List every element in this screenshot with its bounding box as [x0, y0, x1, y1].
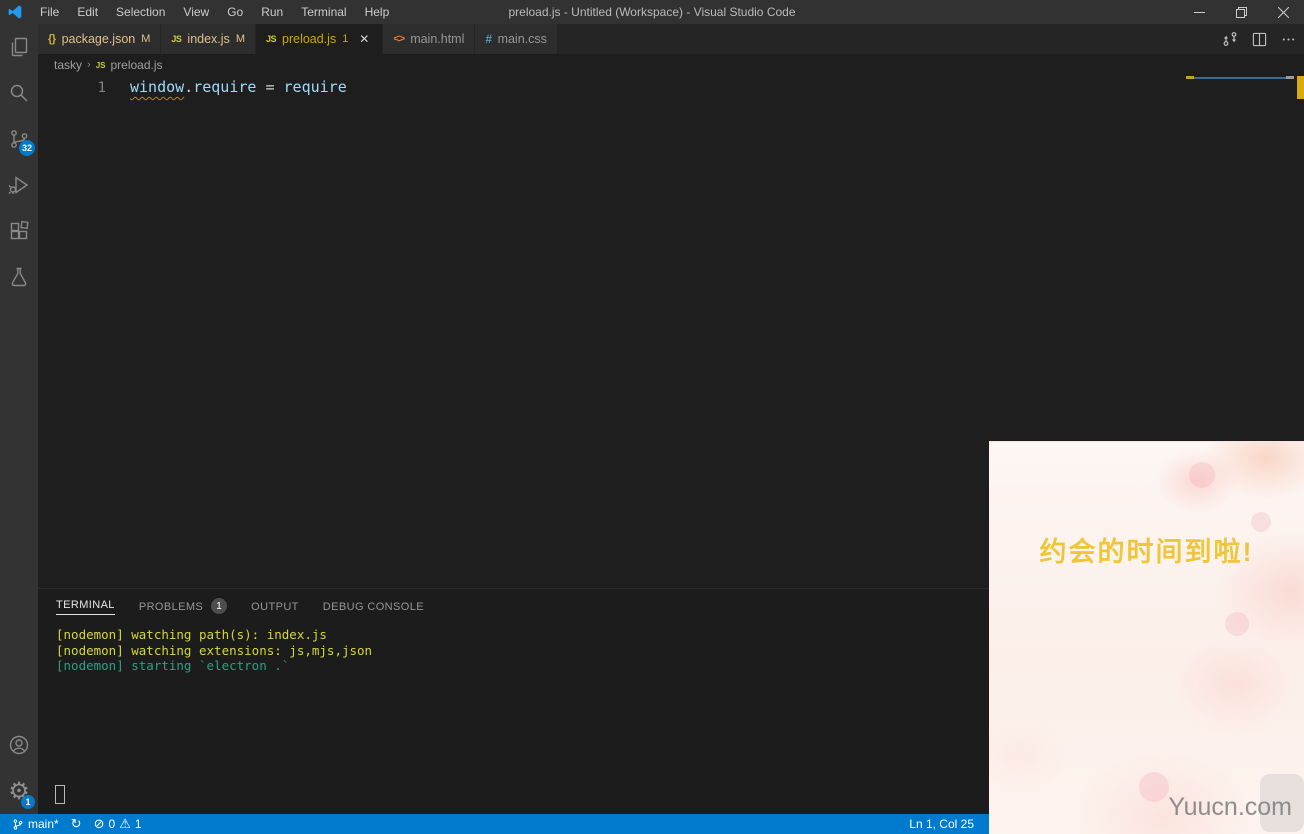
- tab-problems[interactable]: PROBLEMS 1: [139, 589, 228, 621]
- tab-terminal[interactable]: TERMINAL: [56, 589, 115, 621]
- tab-bar: {} package.json M JS index.js M JS prelo…: [38, 24, 1304, 54]
- menu-help[interactable]: Help: [356, 0, 399, 24]
- breadcrumb-file[interactable]: preload.js: [110, 58, 162, 72]
- git-branch-item[interactable]: main*: [6, 817, 65, 831]
- testing-icon[interactable]: [0, 254, 38, 300]
- extensions-icon[interactable]: [0, 208, 38, 254]
- menu-terminal[interactable]: Terminal: [292, 0, 355, 24]
- git-modified-badge: M: [235, 33, 245, 45]
- activity-bar-bottom: ⚙ 1: [0, 722, 38, 814]
- status-bar-left: main* ↻ ⊘ 0 ⚠ 1: [6, 817, 148, 831]
- reminder-message: 约会的时间到啦!: [1039, 537, 1254, 567]
- split-editor-icon[interactable]: [1252, 32, 1267, 47]
- cursor-position-item[interactable]: Ln 1, Col 25: [903, 814, 980, 834]
- minimap-warning-marker: [1186, 76, 1194, 79]
- tab-main-html[interactable]: <> main.html: [383, 24, 476, 54]
- watermark: Yuucn.com: [1168, 793, 1292, 821]
- warnings-count: 1: [134, 817, 142, 831]
- minimize-button[interactable]: [1178, 0, 1220, 24]
- menu-go[interactable]: Go: [218, 0, 252, 24]
- activity-bar: 32 ⚙ 1: [0, 24, 38, 814]
- terminal-cursor: [55, 785, 65, 804]
- more-actions-icon[interactable]: [1281, 32, 1296, 47]
- search-icon[interactable]: [0, 70, 38, 116]
- minimap-code-line: [1194, 76, 1286, 79]
- tab-debug-console[interactable]: DEBUG CONSOLE: [323, 589, 424, 621]
- css-icon: #: [485, 32, 492, 46]
- settings-badge: 1: [21, 795, 35, 809]
- token-window: window: [130, 78, 185, 96]
- source-control-badge: 32: [19, 140, 35, 156]
- html-icon: <>: [393, 33, 405, 45]
- branch-name: main*: [28, 817, 59, 831]
- run-and-debug-icon[interactable]: [0, 162, 38, 208]
- explorer-icon[interactable]: [0, 24, 38, 70]
- breadcrumb-separator: ›: [87, 59, 91, 71]
- sync-icon: ↻: [70, 816, 82, 832]
- problems-count-badge: 1: [342, 33, 349, 45]
- settings-gear-icon[interactable]: ⚙ 1: [0, 768, 38, 814]
- json-icon: {}: [48, 33, 56, 45]
- vscode-logo-icon: [7, 4, 25, 20]
- activity-bar-top: 32: [0, 24, 38, 300]
- open-changes-icon[interactable]: [1222, 31, 1238, 47]
- restore-button[interactable]: [1220, 0, 1262, 24]
- blossom-decoration: [1139, 772, 1169, 802]
- blossom-decoration: [1189, 462, 1215, 488]
- overview-ruler-warning-marker[interactable]: [1297, 76, 1304, 99]
- minimap-code-tail: [1286, 76, 1294, 79]
- menu-selection[interactable]: Selection: [107, 0, 174, 24]
- warnings-icon: ⚠: [119, 816, 131, 832]
- blossom-decoration: [1225, 612, 1249, 636]
- close-window-button[interactable]: [1262, 0, 1304, 24]
- menu-view[interactable]: View: [174, 0, 218, 24]
- menu-edit[interactable]: Edit: [68, 0, 107, 24]
- tab-main-css[interactable]: # main.css: [475, 24, 558, 54]
- close-tab-icon[interactable]: ✕: [356, 31, 372, 47]
- git-modified-badge: M: [141, 33, 151, 45]
- menu-file[interactable]: File: [31, 0, 68, 24]
- errors-icon: ⊘: [93, 816, 105, 832]
- breadcrumb-folder[interactable]: tasky: [54, 58, 82, 72]
- vscode-window: File Edit Selection View Go Run Terminal…: [0, 0, 1304, 834]
- js-icon: JS: [265, 34, 277, 44]
- line-number: 1: [97, 80, 106, 96]
- tab-output[interactable]: OUTPUT: [251, 589, 299, 621]
- window-controls: [1178, 0, 1304, 24]
- menu-bar: File Edit Selection View Go Run Terminal…: [31, 0, 398, 24]
- breadcrumb: tasky › JS preload.js: [38, 54, 1304, 76]
- token-require-prop: require: [193, 78, 257, 96]
- reminder-window[interactable]: 约会的时间到啦! Yuucn.com: [989, 441, 1304, 834]
- menu-run[interactable]: Run: [252, 0, 292, 24]
- problems-badge: 1: [211, 598, 228, 614]
- token-require-value: require: [283, 78, 347, 96]
- js-icon: JS: [171, 34, 182, 44]
- js-icon: JS: [95, 60, 106, 70]
- status-bar-right: Ln 1, Col 25: [903, 814, 980, 834]
- minimap[interactable]: [1186, 76, 1294, 79]
- editor-actions: [1222, 24, 1296, 54]
- blossom-decoration: [1251, 512, 1271, 532]
- title-bar: File Edit Selection View Go Run Terminal…: [0, 0, 1304, 24]
- code-line-1: 1 window. require = require: [38, 78, 1304, 98]
- problems-item[interactable]: ⊘ 0 ⚠ 1: [88, 817, 148, 831]
- source-control-icon[interactable]: 32: [0, 116, 38, 162]
- tab-package-json[interactable]: {} package.json M: [38, 24, 162, 54]
- errors-count: 0: [108, 817, 116, 831]
- tab-index-js[interactable]: JS index.js M: [161, 24, 256, 54]
- accounts-icon[interactable]: [0, 722, 38, 768]
- branch-icon: [13, 818, 23, 830]
- sync-item[interactable]: ↻: [65, 818, 88, 831]
- tab-preload-js[interactable]: JS preload.js 1 ✕: [255, 24, 384, 54]
